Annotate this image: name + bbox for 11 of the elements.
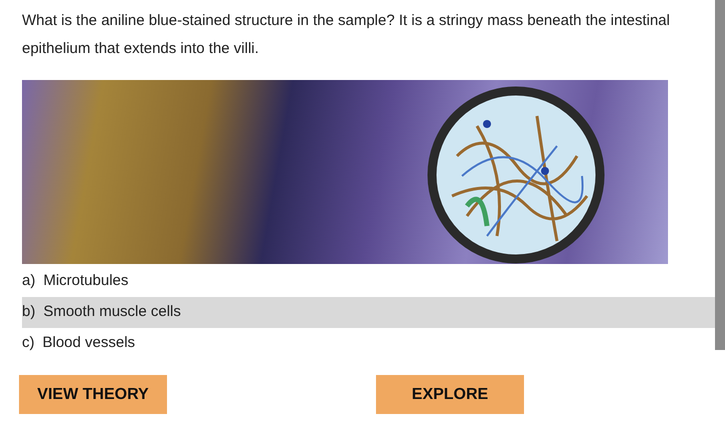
question-text: What is the aniline blue-stained structure in the sample? It is a stringy mass beneath the intestinal epithelium that extends into the villi. (21, 11, 671, 59)
action-button[interactable]: EXPLORE (376, 375, 524, 414)
option-text: Smooth muscle cells (43, 302, 181, 322)
option-letter: b) (22, 302, 36, 322)
option-letter: a) (22, 271, 36, 292)
answer-option[interactable]: b) Smooth muscle cells (22, 297, 715, 328)
option-letter: c) (22, 333, 34, 354)
action-button[interactable]: VIEW THEORY (19, 375, 167, 414)
option-text: Blood vessels (42, 333, 136, 354)
option-text: Microtubules (43, 271, 128, 292)
scrollbar[interactable] (715, 0, 725, 350)
